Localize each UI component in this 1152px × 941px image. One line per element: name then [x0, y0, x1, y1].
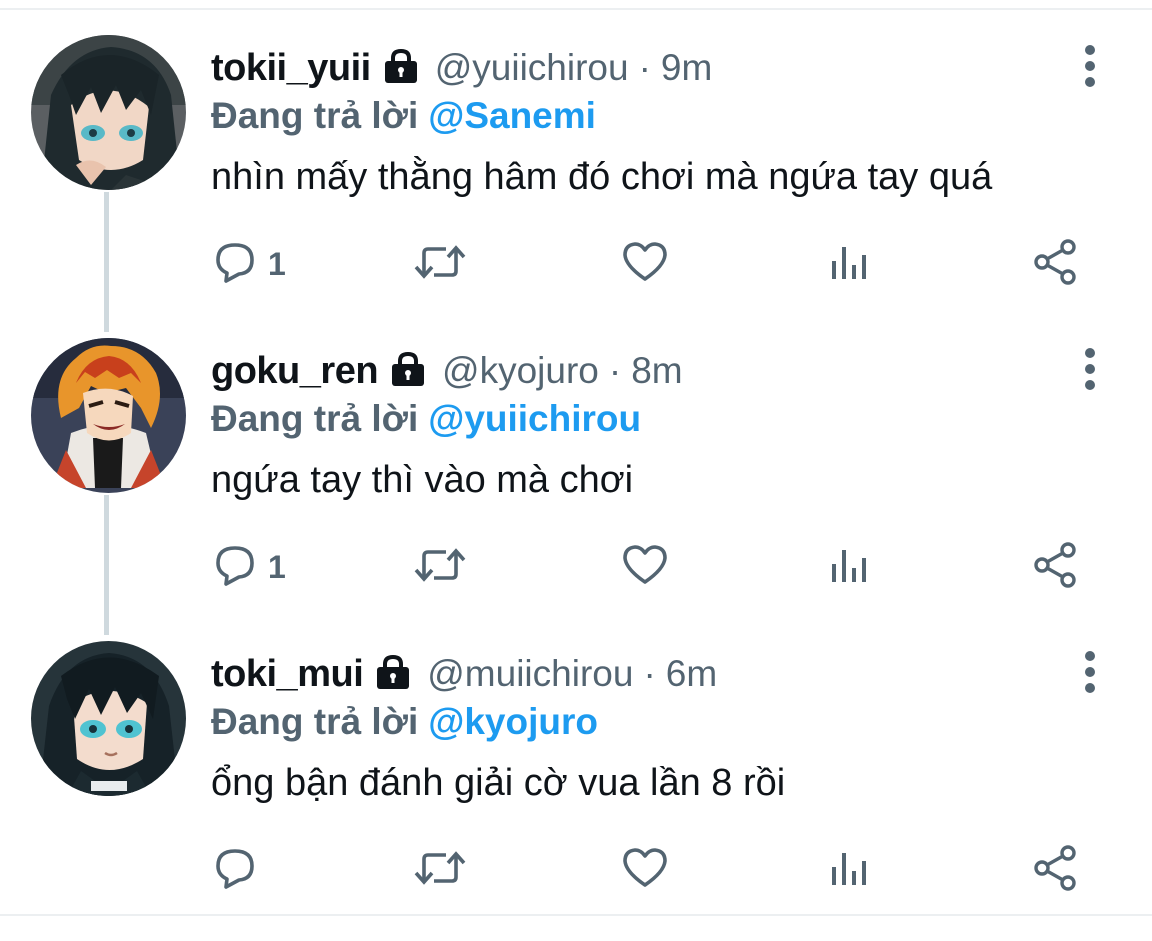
- reply-icon: [212, 542, 258, 593]
- retweet-icon: [412, 845, 468, 896]
- retweet-icon: [412, 239, 468, 290]
- user-handle[interactable]: @muiichirou: [427, 653, 633, 695]
- display-name[interactable]: tokii_yuii: [211, 47, 371, 90]
- views-icon: [826, 845, 872, 896]
- more-vertical-icon[interactable]: [1076, 345, 1104, 393]
- display-name[interactable]: toki_mui: [211, 653, 364, 696]
- tweet[interactable]: toki_mui @muiichirou · 6m Đang trả lời @…: [0, 638, 1152, 941]
- share-button[interactable]: [1030, 537, 1080, 597]
- views-button[interactable]: [826, 840, 872, 900]
- share-icon: [1030, 843, 1080, 898]
- more-vertical-icon[interactable]: [1076, 42, 1104, 90]
- tweet-text: ngứa tay thì vào mà chơi: [211, 459, 634, 501]
- share-button[interactable]: [1030, 234, 1080, 294]
- heart-icon: [620, 542, 670, 593]
- retweet-icon: [412, 542, 468, 593]
- separator-dot: ·: [643, 653, 656, 694]
- lock-icon: [381, 48, 421, 89]
- mention-link[interactable]: @yuiichirou: [428, 398, 641, 440]
- tweet-actions: 1: [0, 234, 1152, 294]
- lock-icon: [373, 654, 413, 695]
- reply-button[interactable]: 1: [212, 234, 286, 294]
- reply-button[interactable]: [212, 840, 268, 900]
- separator-dot: ·: [638, 47, 651, 88]
- replying-label: Đang trả lời: [211, 701, 419, 742]
- retweet-button[interactable]: [412, 537, 468, 597]
- timestamp[interactable]: 9m: [661, 47, 712, 89]
- retweet-button[interactable]: [412, 234, 468, 294]
- like-button[interactable]: [620, 537, 670, 597]
- user-handle[interactable]: @kyojuro: [442, 350, 599, 392]
- share-icon: [1030, 540, 1080, 595]
- views-icon: [826, 239, 872, 290]
- avatar[interactable]: [31, 35, 186, 190]
- views-icon: [826, 542, 872, 593]
- tweet[interactable]: tokii_yuii @yuiichirou · 9m Đang trả lời…: [0, 32, 1152, 335]
- retweet-button[interactable]: [412, 840, 468, 900]
- heart-icon: [620, 239, 670, 290]
- tweet[interactable]: goku_ren @kyojuro · 8m Đang trả lời @yui…: [0, 335, 1152, 638]
- reply-thread: tokii_yuii @yuiichirou · 9m Đang trả lời…: [0, 0, 1152, 919]
- reply-count: 1: [268, 548, 286, 585]
- reply-icon: [212, 845, 258, 896]
- reply-count: 1: [268, 245, 286, 282]
- reply-button[interactable]: 1: [212, 537, 286, 597]
- views-button[interactable]: [826, 537, 872, 597]
- tweet-actions: [0, 840, 1152, 900]
- share-button[interactable]: [1030, 840, 1080, 900]
- bottom-divider: [0, 914, 1152, 916]
- tweet-actions: 1: [0, 537, 1152, 597]
- avatar[interactable]: [31, 338, 186, 493]
- mention-link[interactable]: @kyojuro: [428, 701, 598, 743]
- views-button[interactable]: [826, 234, 872, 294]
- more-vertical-icon[interactable]: [1076, 648, 1104, 696]
- mention-link[interactable]: @Sanemi: [428, 95, 596, 137]
- replying-label: Đang trả lời: [211, 95, 419, 136]
- tweet-text: nhìn mấy thằng hâm đó chơi mà ngứa tay q…: [211, 156, 993, 198]
- replying-to: Đang trả lời @kyojuro: [211, 694, 598, 750]
- user-handle[interactable]: @yuiichirou: [435, 47, 629, 89]
- like-button[interactable]: [620, 840, 670, 900]
- replying-to: Đang trả lời @Sanemi: [211, 88, 596, 144]
- like-button[interactable]: [620, 234, 670, 294]
- lock-icon: [388, 351, 428, 392]
- share-icon: [1030, 237, 1080, 292]
- timestamp[interactable]: 8m: [631, 350, 682, 392]
- tweet-text: ổng bận đánh giải cờ vua lần 8 rồi: [211, 762, 786, 804]
- timestamp[interactable]: 6m: [666, 653, 717, 695]
- replying-to: Đang trả lời @yuiichirou: [211, 391, 641, 447]
- avatar[interactable]: [31, 641, 186, 796]
- reply-icon: [212, 239, 258, 290]
- separator-dot: ·: [608, 350, 622, 391]
- display-name[interactable]: goku_ren: [211, 350, 379, 393]
- heart-icon: [620, 845, 670, 896]
- replying-label: Đang trả lời: [211, 398, 419, 439]
